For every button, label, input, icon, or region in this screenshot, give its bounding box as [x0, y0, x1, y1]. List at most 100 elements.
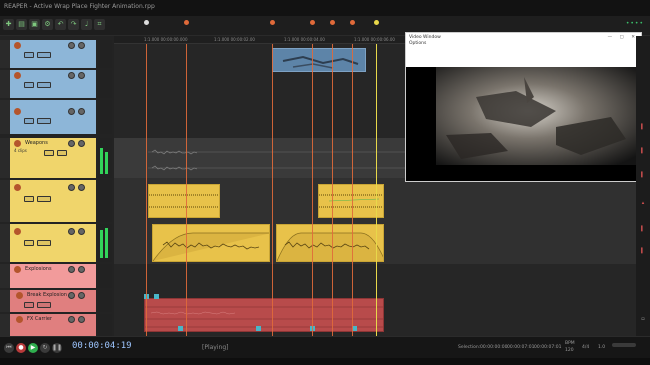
redo-icon[interactable]: ↷: [68, 19, 79, 30]
pan-knob[interactable]: [78, 184, 85, 191]
marker-flag[interactable]: [270, 20, 275, 25]
video-options-menu[interactable]: Options: [409, 41, 426, 46]
fx-button[interactable]: [57, 150, 67, 156]
bookmark-icon[interactable]: ▍: [639, 172, 647, 178]
volume-knob[interactable]: [68, 108, 75, 115]
mute-button[interactable]: [24, 118, 34, 124]
mute-button[interactable]: [24, 302, 34, 308]
playhead-flag[interactable]: [374, 20, 379, 25]
item-marker[interactable]: [178, 326, 183, 331]
playhead[interactable]: [376, 44, 377, 336]
pan-knob[interactable]: [78, 140, 85, 147]
marker-flag[interactable]: [310, 20, 315, 25]
record-arm-button[interactable]: [14, 184, 21, 191]
marker-flag[interactable]: [144, 20, 149, 25]
volume-knob[interactable]: [68, 184, 75, 191]
selection-length[interactable]: 00:00:07:01: [534, 345, 561, 350]
track-name[interactable]: Explosions: [25, 266, 52, 272]
pan-knob[interactable]: [78, 228, 85, 235]
pan-knob[interactable]: [78, 108, 85, 115]
track-name[interactable]: FX Carrier: [27, 316, 52, 322]
record-arm-button[interactable]: [16, 316, 23, 323]
fx-button[interactable]: [37, 52, 51, 58]
volume-knob[interactable]: [68, 42, 75, 49]
video-window[interactable]: Video Window Options — ▢ ✕: [405, 32, 642, 182]
marker-flag[interactable]: [350, 20, 355, 25]
selection-end[interactable]: 00:00:07:01: [507, 345, 534, 350]
item-marker[interactable]: [154, 294, 159, 299]
audio-clip[interactable]: [276, 224, 384, 262]
undo-icon[interactable]: ↶: [55, 19, 66, 30]
snap-icon[interactable]: ⌗: [94, 19, 105, 30]
track-number: [0, 290, 10, 312]
record-button[interactable]: ●: [16, 343, 26, 353]
record-arm-button[interactable]: [14, 266, 21, 273]
fx-button[interactable]: [37, 118, 51, 124]
mute-button[interactable]: [24, 240, 34, 246]
marker-flag[interactable]: [184, 20, 189, 25]
item-marker[interactable]: [256, 326, 261, 331]
pause-button[interactable]: ❚❚: [52, 343, 62, 353]
record-arm-button[interactable]: [14, 72, 21, 79]
scroll-up-icon[interactable]: ▴: [639, 200, 647, 206]
bpm-value[interactable]: 120: [565, 348, 574, 353]
audio-clip[interactable]: [152, 224, 270, 262]
mute-button[interactable]: [24, 82, 34, 88]
record-arm-button[interactable]: [14, 228, 21, 235]
pan-knob[interactable]: [78, 266, 85, 273]
volume-knob[interactable]: [68, 72, 75, 79]
track-name[interactable]: Weapons: [25, 140, 48, 146]
record-arm-button[interactable]: [14, 140, 21, 147]
mute-button[interactable]: [24, 52, 34, 58]
record-arm-button[interactable]: [14, 42, 21, 49]
volume-knob[interactable]: [68, 140, 75, 147]
fx-button[interactable]: [37, 196, 51, 202]
pan-knob[interactable]: [78, 292, 85, 299]
pan-knob[interactable]: [78, 42, 85, 49]
new-project-icon[interactable]: ✚: [3, 19, 14, 30]
playrate-slider[interactable]: [612, 343, 636, 347]
bookmark-icon[interactable]: ▍: [639, 248, 647, 254]
save-project-icon[interactable]: ▣: [29, 19, 40, 30]
audio-clip[interactable]: [318, 184, 384, 218]
track-header[interactable]: [0, 70, 114, 98]
pan-knob[interactable]: [78, 316, 85, 323]
open-project-icon[interactable]: ▤: [16, 19, 27, 30]
track-header[interactable]: [0, 40, 114, 68]
volume-knob[interactable]: [68, 228, 75, 235]
volume-knob[interactable]: [68, 292, 75, 299]
fx-button[interactable]: [37, 240, 51, 246]
pan-knob[interactable]: [78, 72, 85, 79]
track-header-explosions[interactable]: Explosions: [0, 264, 114, 288]
fx-button[interactable]: [37, 302, 51, 308]
time-signature[interactable]: 4/4: [582, 345, 589, 350]
track-header[interactable]: [0, 180, 114, 222]
mute-button[interactable]: [44, 150, 54, 156]
settings-icon[interactable]: ⚙: [42, 19, 53, 30]
selection-start[interactable]: 00:00:00:00: [480, 345, 507, 350]
record-arm-button[interactable]: [16, 292, 23, 299]
track-header-weapons[interactable]: Weapons 4 clips: [0, 138, 114, 178]
volume-knob[interactable]: [68, 316, 75, 323]
record-arm-button[interactable]: [14, 108, 21, 115]
bookmark-icon[interactable]: ▍: [639, 124, 647, 130]
play-button[interactable]: ▶: [28, 343, 38, 353]
window-controls[interactable]: — ▢ ✕: [608, 35, 638, 40]
go-to-start-icon[interactable]: ⏮: [4, 343, 14, 353]
track-header-fx-carrier[interactable]: FX Carrier: [0, 314, 114, 336]
bookmark-icon[interactable]: ▍: [639, 148, 647, 154]
repeat-button[interactable]: ↻: [40, 343, 50, 353]
bookmark-icon[interactable]: ▍: [639, 226, 647, 232]
track-header[interactable]: [0, 224, 114, 262]
audio-clip[interactable]: [148, 184, 220, 218]
track-header-break-explosion[interactable]: Break Explosion: [0, 290, 114, 312]
metronome-icon[interactable]: ♩: [81, 19, 92, 30]
track-header[interactable]: [0, 100, 114, 134]
fx-button[interactable]: [37, 82, 51, 88]
zoom-icon[interactable]: ▫: [639, 316, 647, 322]
mute-button[interactable]: [24, 196, 34, 202]
playrate[interactable]: 1.0: [598, 345, 605, 350]
volume-knob[interactable]: [68, 266, 75, 273]
track-name[interactable]: Break Explosion: [27, 292, 67, 298]
marker-flag[interactable]: [330, 20, 335, 25]
